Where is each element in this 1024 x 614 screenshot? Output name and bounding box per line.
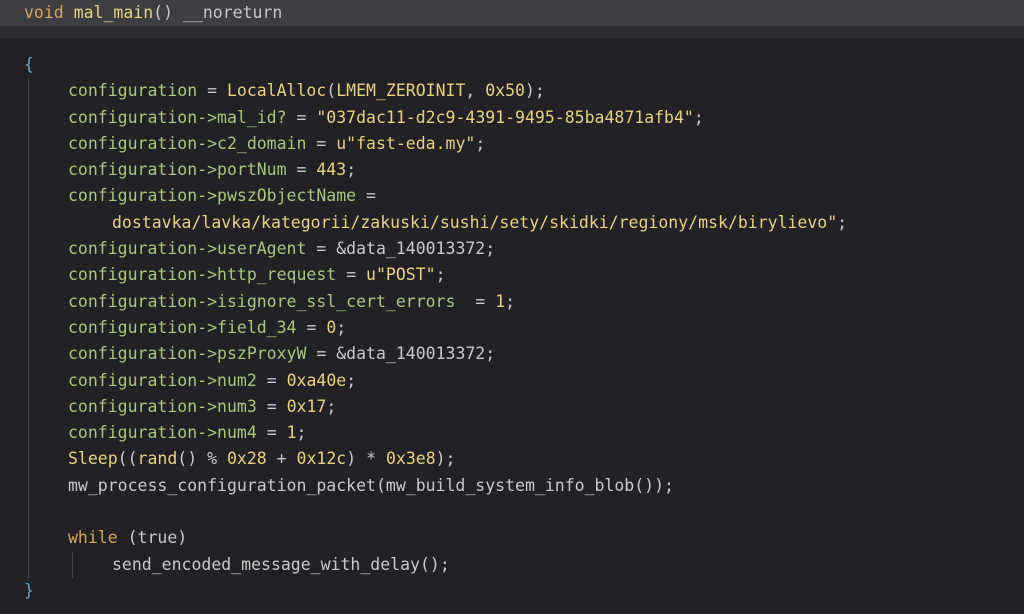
num-literal: 0 [326,317,337,337]
code-line-10: configuration->field_34 = 0; [68,317,347,337]
field-isignore-ssl-cert-errors[interactable]: isignore_ssl_cert_errors [217,292,455,311]
code-line-13: configuration->num3 = 0x17; [68,396,337,416]
field-pszproxyw[interactable]: pszProxyW [217,344,306,363]
signature-parens: () [153,3,174,22]
code-viewer: void mal_main() __noreturn { configurati… [0,0,1024,614]
field-portnum[interactable]: portNum [217,160,287,179]
data-reference[interactable]: &data_140013372 [336,239,485,258]
code-line-send-message: send_encoded_message_with_delay(); [112,554,450,574]
field-num2[interactable]: num2 [217,371,257,390]
code-line-5: configuration->pwszObjectName = [68,186,376,206]
code-line-12: configuration->num2 = 0xa40e; [68,370,357,390]
while-condition: (true) [127,528,188,548]
data-reference[interactable]: &data_140013372 [336,344,485,363]
string-literal: u"POST" [366,265,436,285]
function-signature-header: void mal_main() __noreturn [0,0,1024,26]
num-literal: 0x17 [286,396,327,416]
code-line-1: configuration = LocalAlloc(LMEM_ZEROINIT… [68,81,545,101]
code-line-7: configuration->userAgent = &data_1400133… [68,239,496,259]
field-mal-id[interactable]: mal_id? [217,108,287,127]
code-line-9: configuration->isignore_ssl_cert_errors … [68,291,516,311]
field-34[interactable]: field_34 [217,318,296,337]
function-name[interactable]: mal_main [74,3,153,22]
code-line-open-brace: { [0,52,1024,78]
code-line-while: while (true) [0,525,1024,551]
keyword-void: void [24,3,64,22]
string-literal-path: dostavka/lavka/kategorii/zakuski/sushi/s… [112,212,838,232]
string-literal: u"fast-eda.my" [336,133,476,153]
num-literal: 443 [316,160,347,180]
num-literal: 1 [495,291,506,311]
field-useragent[interactable]: userAgent [217,239,306,258]
num-literal: 1 [286,423,297,443]
code-line-14: configuration->num4 = 1; [68,423,307,443]
code-line-process-config: mw_process_configuration_packet(mw_build… [68,475,674,495]
code-line-4: configuration->portNum = 443; [68,160,357,180]
string-literal: "037dac11-d2c9-4391-9495-85ba4871afb4" [316,107,694,127]
close-brace: } [24,580,34,600]
keyword-while: while [68,528,118,548]
field-num3[interactable]: num3 [217,397,257,416]
code-body: { configuration = LocalAlloc(LMEM_ZEROIN… [0,52,1024,604]
var-configuration[interactable]: configuration [68,81,197,100]
code-line-8: configuration->http_request = u"POST"; [68,265,446,285]
call-sleep[interactable]: Sleep [68,449,118,468]
field-num4[interactable]: num4 [217,423,257,442]
code-line-2: configuration->mal_id? = "037dac11-d2c9-… [68,107,704,127]
field-c2-domain[interactable]: c2_domain [217,134,306,153]
call-mw-build-system-info-blob[interactable]: mw_build_system_info_blob [386,476,634,495]
code-line-11: configuration->pszProxyW = &data_1400133… [68,344,496,364]
code-line-5-continued: dostavka/lavka/kategorii/zakuski/sushi/s… [112,212,848,232]
call-rand[interactable]: rand [138,449,178,468]
code-line-sleep: Sleep((rand() % 0x28 + 0x12c) * 0x3e8); [68,449,456,469]
const-lmem-zeroinit[interactable]: LMEM_ZEROINIT [336,81,465,100]
call-send-encoded-message-with-delay[interactable]: send_encoded_message_with_delay [112,555,420,574]
field-pwszobjectname[interactable]: pwszObjectName [217,186,356,205]
field-http-request[interactable]: http_request [217,265,336,284]
header-separator [0,26,1024,38]
call-localalloc[interactable]: LocalAlloc [227,81,326,100]
code-line-close-brace: } [0,578,1024,604]
num-literal: 0xa40e [286,370,347,390]
code-line-3: configuration->c2_domain = u"fast-eda.my… [68,133,486,153]
call-mw-process-configuration-packet[interactable]: mw_process_configuration_packet [68,476,376,495]
noreturn-attribute: __noreturn [182,3,283,22]
num-literal: 0x50 [485,81,525,101]
open-brace: { [24,55,34,74]
